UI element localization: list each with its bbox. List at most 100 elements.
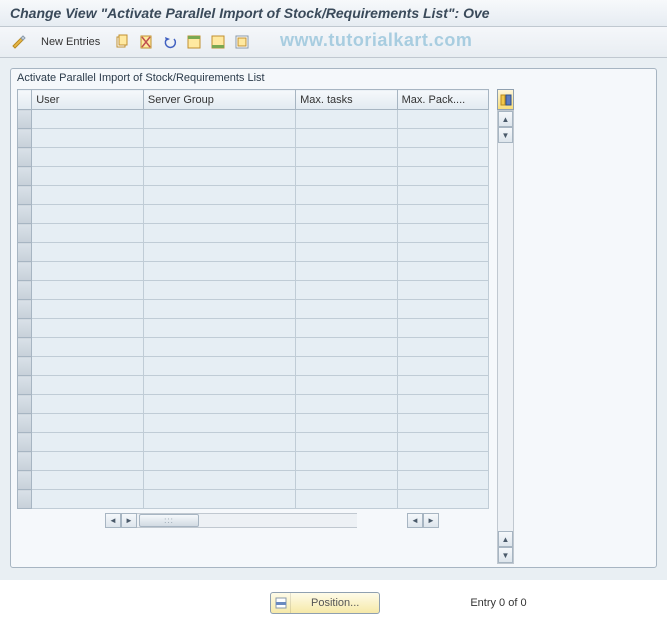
row-selector[interactable]: [18, 376, 32, 395]
row-selector[interactable]: [18, 300, 32, 319]
cell[interactable]: [296, 452, 398, 471]
cell[interactable]: [397, 357, 488, 376]
cell[interactable]: [32, 357, 144, 376]
cell[interactable]: [143, 376, 295, 395]
scroll-down-step-icon[interactable]: ▼: [498, 127, 513, 143]
row-selector[interactable]: [18, 262, 32, 281]
cell[interactable]: [296, 414, 398, 433]
cell[interactable]: [296, 281, 398, 300]
row-selector[interactable]: [18, 471, 32, 490]
cell[interactable]: [397, 148, 488, 167]
row-selector[interactable]: [18, 338, 32, 357]
cell[interactable]: [32, 281, 144, 300]
row-selector[interactable]: [18, 148, 32, 167]
copy-icon[interactable]: [111, 31, 133, 53]
undo-icon[interactable]: [159, 31, 181, 53]
cell[interactable]: [397, 167, 488, 186]
cell[interactable]: [143, 281, 295, 300]
cell[interactable]: [32, 471, 144, 490]
cell[interactable]: [296, 300, 398, 319]
cell[interactable]: [296, 471, 398, 490]
cell[interactable]: [143, 300, 295, 319]
cell[interactable]: [296, 167, 398, 186]
cell[interactable]: [143, 433, 295, 452]
cell[interactable]: [296, 243, 398, 262]
deselect-all-icon[interactable]: [231, 31, 253, 53]
scroll-right-icon[interactable]: ◄: [407, 513, 423, 528]
scroll-up-icon[interactable]: ▲: [498, 111, 513, 127]
cell[interactable]: [32, 300, 144, 319]
cell[interactable]: [296, 148, 398, 167]
row-selector[interactable]: [18, 414, 32, 433]
cell[interactable]: [397, 376, 488, 395]
row-selector[interactable]: [18, 243, 32, 262]
row-selector[interactable]: [18, 186, 32, 205]
cell[interactable]: [143, 205, 295, 224]
cell[interactable]: [32, 395, 144, 414]
cell[interactable]: [397, 319, 488, 338]
scroll-last-icon[interactable]: ►: [423, 513, 439, 528]
cell[interactable]: [32, 338, 144, 357]
cell[interactable]: [32, 376, 144, 395]
row-selector[interactable]: [18, 395, 32, 414]
row-selector[interactable]: [18, 224, 32, 243]
cell[interactable]: [397, 205, 488, 224]
col-max-pack[interactable]: Max. Pack....: [397, 90, 488, 110]
select-all-header[interactable]: [18, 90, 32, 110]
cell[interactable]: [143, 186, 295, 205]
cell[interactable]: [397, 224, 488, 243]
row-selector[interactable]: [18, 167, 32, 186]
cell[interactable]: [143, 395, 295, 414]
row-selector[interactable]: [18, 490, 32, 509]
row-selector[interactable]: [18, 205, 32, 224]
scroll-down-icon[interactable]: ▼: [498, 547, 513, 563]
cell[interactable]: [296, 433, 398, 452]
cell[interactable]: [397, 129, 488, 148]
cell[interactable]: [296, 490, 398, 509]
cell[interactable]: [296, 129, 398, 148]
position-button[interactable]: Position...: [270, 592, 380, 614]
cell[interactable]: [296, 319, 398, 338]
cell[interactable]: [143, 414, 295, 433]
cell[interactable]: [143, 129, 295, 148]
cell[interactable]: [296, 224, 398, 243]
row-selector[interactable]: [18, 452, 32, 471]
new-entries-button[interactable]: New Entries: [32, 31, 109, 53]
cell[interactable]: [32, 262, 144, 281]
cell[interactable]: [143, 452, 295, 471]
cell[interactable]: [397, 490, 488, 509]
cell[interactable]: [32, 243, 144, 262]
cell[interactable]: [397, 110, 488, 129]
scroll-left-icon[interactable]: ►: [121, 513, 137, 528]
cell[interactable]: [397, 414, 488, 433]
cell[interactable]: [143, 148, 295, 167]
cell[interactable]: [296, 395, 398, 414]
row-selector[interactable]: [18, 281, 32, 300]
cell[interactable]: [397, 243, 488, 262]
row-selector[interactable]: [18, 433, 32, 452]
cell[interactable]: [143, 224, 295, 243]
scroll-first-icon[interactable]: ◄: [105, 513, 121, 528]
cell[interactable]: [296, 376, 398, 395]
cell[interactable]: [296, 186, 398, 205]
cell[interactable]: [143, 262, 295, 281]
cell[interactable]: [143, 319, 295, 338]
cell[interactable]: [397, 186, 488, 205]
cell[interactable]: [32, 205, 144, 224]
col-user[interactable]: User: [32, 90, 144, 110]
cell[interactable]: [397, 452, 488, 471]
cell[interactable]: [143, 167, 295, 186]
vscroll-track[interactable]: [498, 143, 513, 531]
cell[interactable]: [32, 490, 144, 509]
cell[interactable]: [32, 433, 144, 452]
cell[interactable]: [397, 262, 488, 281]
cell[interactable]: [296, 357, 398, 376]
cell[interactable]: [32, 224, 144, 243]
cell[interactable]: [143, 338, 295, 357]
cell[interactable]: [143, 471, 295, 490]
cell[interactable]: [32, 414, 144, 433]
cell[interactable]: [32, 129, 144, 148]
toggle-change-icon[interactable]: [8, 31, 30, 53]
cell[interactable]: [296, 205, 398, 224]
cell[interactable]: [296, 110, 398, 129]
